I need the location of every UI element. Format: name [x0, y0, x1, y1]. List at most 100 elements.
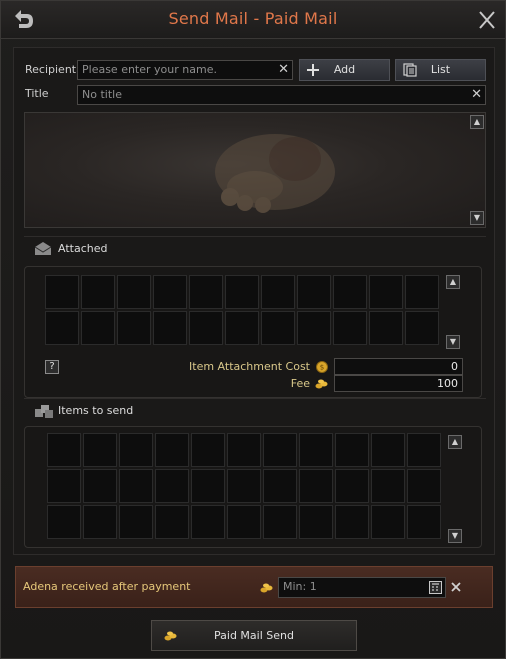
item-slot[interactable] [225, 311, 259, 345]
adena-coins-icon [315, 379, 328, 389]
item-attachment-cost-field: 0 [334, 358, 463, 375]
list-button[interactable]: List [395, 59, 486, 81]
item-slot[interactable] [227, 469, 261, 503]
send-label: Paid Mail Send [214, 629, 294, 642]
item-slot[interactable] [299, 469, 333, 503]
adena-received-label: Adena received after payment [23, 580, 191, 593]
help-icon[interactable]: ? [45, 360, 59, 374]
item-slot[interactable] [407, 469, 441, 503]
item-slot[interactable] [371, 469, 405, 503]
item-slot[interactable] [189, 311, 223, 345]
item-slot[interactable] [83, 469, 117, 503]
item-slot[interactable] [333, 311, 367, 345]
clear-recipient-icon[interactable]: ✕ [278, 62, 289, 77]
items-stack-icon [35, 405, 53, 418]
paid-mail-send-button[interactable]: Paid Mail Send [151, 620, 357, 651]
money-bag-background-icon [215, 134, 335, 213]
item-slot[interactable] [407, 505, 441, 539]
items-slot-grid [47, 433, 441, 539]
item-slot[interactable] [371, 505, 405, 539]
attached-panel: ▲ ▼ ? Item Attachment Cost $ 0 Fee 100 [24, 266, 482, 398]
body-scroll-up-button[interactable]: ▲ [470, 115, 484, 129]
window-title: Send Mail - Paid Mail [168, 9, 338, 28]
envelope-icon [34, 242, 52, 255]
item-slot[interactable] [47, 469, 81, 503]
item-slot[interactable] [227, 433, 261, 467]
item-slot[interactable] [47, 433, 81, 467]
clear-adena-icon[interactable] [450, 581, 462, 593]
recipient-label: Recipient [25, 63, 77, 76]
item-slot[interactable] [81, 275, 115, 309]
item-slot[interactable] [369, 275, 403, 309]
item-slot[interactable] [263, 433, 297, 467]
item-slot[interactable] [227, 505, 261, 539]
adena-row: Adena received after payment Min: 1 [15, 566, 493, 608]
item-slot[interactable] [155, 505, 189, 539]
item-slot[interactable] [155, 433, 189, 467]
body-scroll-down-button[interactable]: ▼ [470, 211, 484, 225]
item-slot[interactable] [263, 469, 297, 503]
item-slot[interactable] [335, 433, 369, 467]
item-slot[interactable] [407, 433, 441, 467]
item-slot[interactable] [117, 275, 151, 309]
item-slot[interactable] [153, 311, 187, 345]
mail-content-panel: Recipient Please enter your name. ✕ Add … [13, 47, 495, 555]
attached-section-header: Attached [24, 236, 486, 262]
item-slot[interactable] [263, 505, 297, 539]
attached-scroll-down-button[interactable]: ▼ [446, 335, 460, 349]
item-slot[interactable] [45, 275, 79, 309]
svg-text:$: $ [320, 364, 324, 372]
item-slot[interactable] [81, 311, 115, 345]
item-slot[interactable] [335, 505, 369, 539]
items-scroll-up-button[interactable]: ▲ [448, 435, 462, 449]
item-slot[interactable] [189, 275, 223, 309]
adena-amount-input[interactable]: Min: 1 [278, 577, 446, 598]
item-slot[interactable] [191, 505, 225, 539]
title-input[interactable]: No title ✕ [77, 85, 486, 105]
item-slot[interactable] [335, 469, 369, 503]
item-slot[interactable] [371, 433, 405, 467]
clear-title-icon[interactable]: ✕ [471, 87, 482, 102]
adena-coins-icon [164, 631, 177, 641]
item-slot[interactable] [405, 275, 439, 309]
recipient-input[interactable]: Please enter your name. ✕ [77, 60, 293, 80]
items-scroll-down-button[interactable]: ▼ [448, 529, 462, 543]
item-slot[interactable] [47, 505, 81, 539]
item-slot[interactable] [225, 275, 259, 309]
item-slot[interactable] [191, 433, 225, 467]
item-slot[interactable] [83, 433, 117, 467]
message-body-textarea[interactable]: ▲ ▼ [24, 112, 486, 228]
item-slot[interactable] [45, 311, 79, 345]
calculator-icon[interactable] [429, 581, 442, 594]
item-slot[interactable] [333, 275, 367, 309]
items-to-send-section-header: Items to send [24, 398, 486, 424]
item-slot[interactable] [297, 275, 331, 309]
fee-label: Fee [290, 377, 310, 390]
items-to-send-panel: ▲ ▼ [24, 426, 482, 548]
adena-placeholder: Min: 1 [283, 580, 317, 593]
item-slot[interactable] [119, 469, 153, 503]
add-recipient-button[interactable]: Add [299, 59, 390, 81]
title-bar: Send Mail - Paid Mail [1, 1, 505, 39]
item-slot[interactable] [117, 311, 151, 345]
item-slot[interactable] [191, 469, 225, 503]
items-to-send-title: Items to send [58, 404, 134, 417]
item-slot[interactable] [297, 311, 331, 345]
item-slot[interactable] [299, 505, 333, 539]
send-mail-window: Send Mail - Paid Mail Recipient Please e… [0, 0, 506, 659]
item-slot[interactable] [405, 311, 439, 345]
item-slot[interactable] [261, 275, 295, 309]
item-slot[interactable] [119, 505, 153, 539]
item-slot[interactable] [369, 311, 403, 345]
attached-title: Attached [58, 242, 108, 255]
adena-coins-icon [260, 583, 273, 593]
item-slot[interactable] [299, 433, 333, 467]
attached-scroll-up-button[interactable]: ▲ [446, 275, 460, 289]
item-slot[interactable] [153, 275, 187, 309]
item-slot[interactable] [155, 469, 189, 503]
item-slot[interactable] [119, 433, 153, 467]
item-attachment-cost-label: Item Attachment Cost [189, 360, 310, 373]
item-slot[interactable] [83, 505, 117, 539]
close-button[interactable] [475, 9, 499, 31]
item-slot[interactable] [261, 311, 295, 345]
